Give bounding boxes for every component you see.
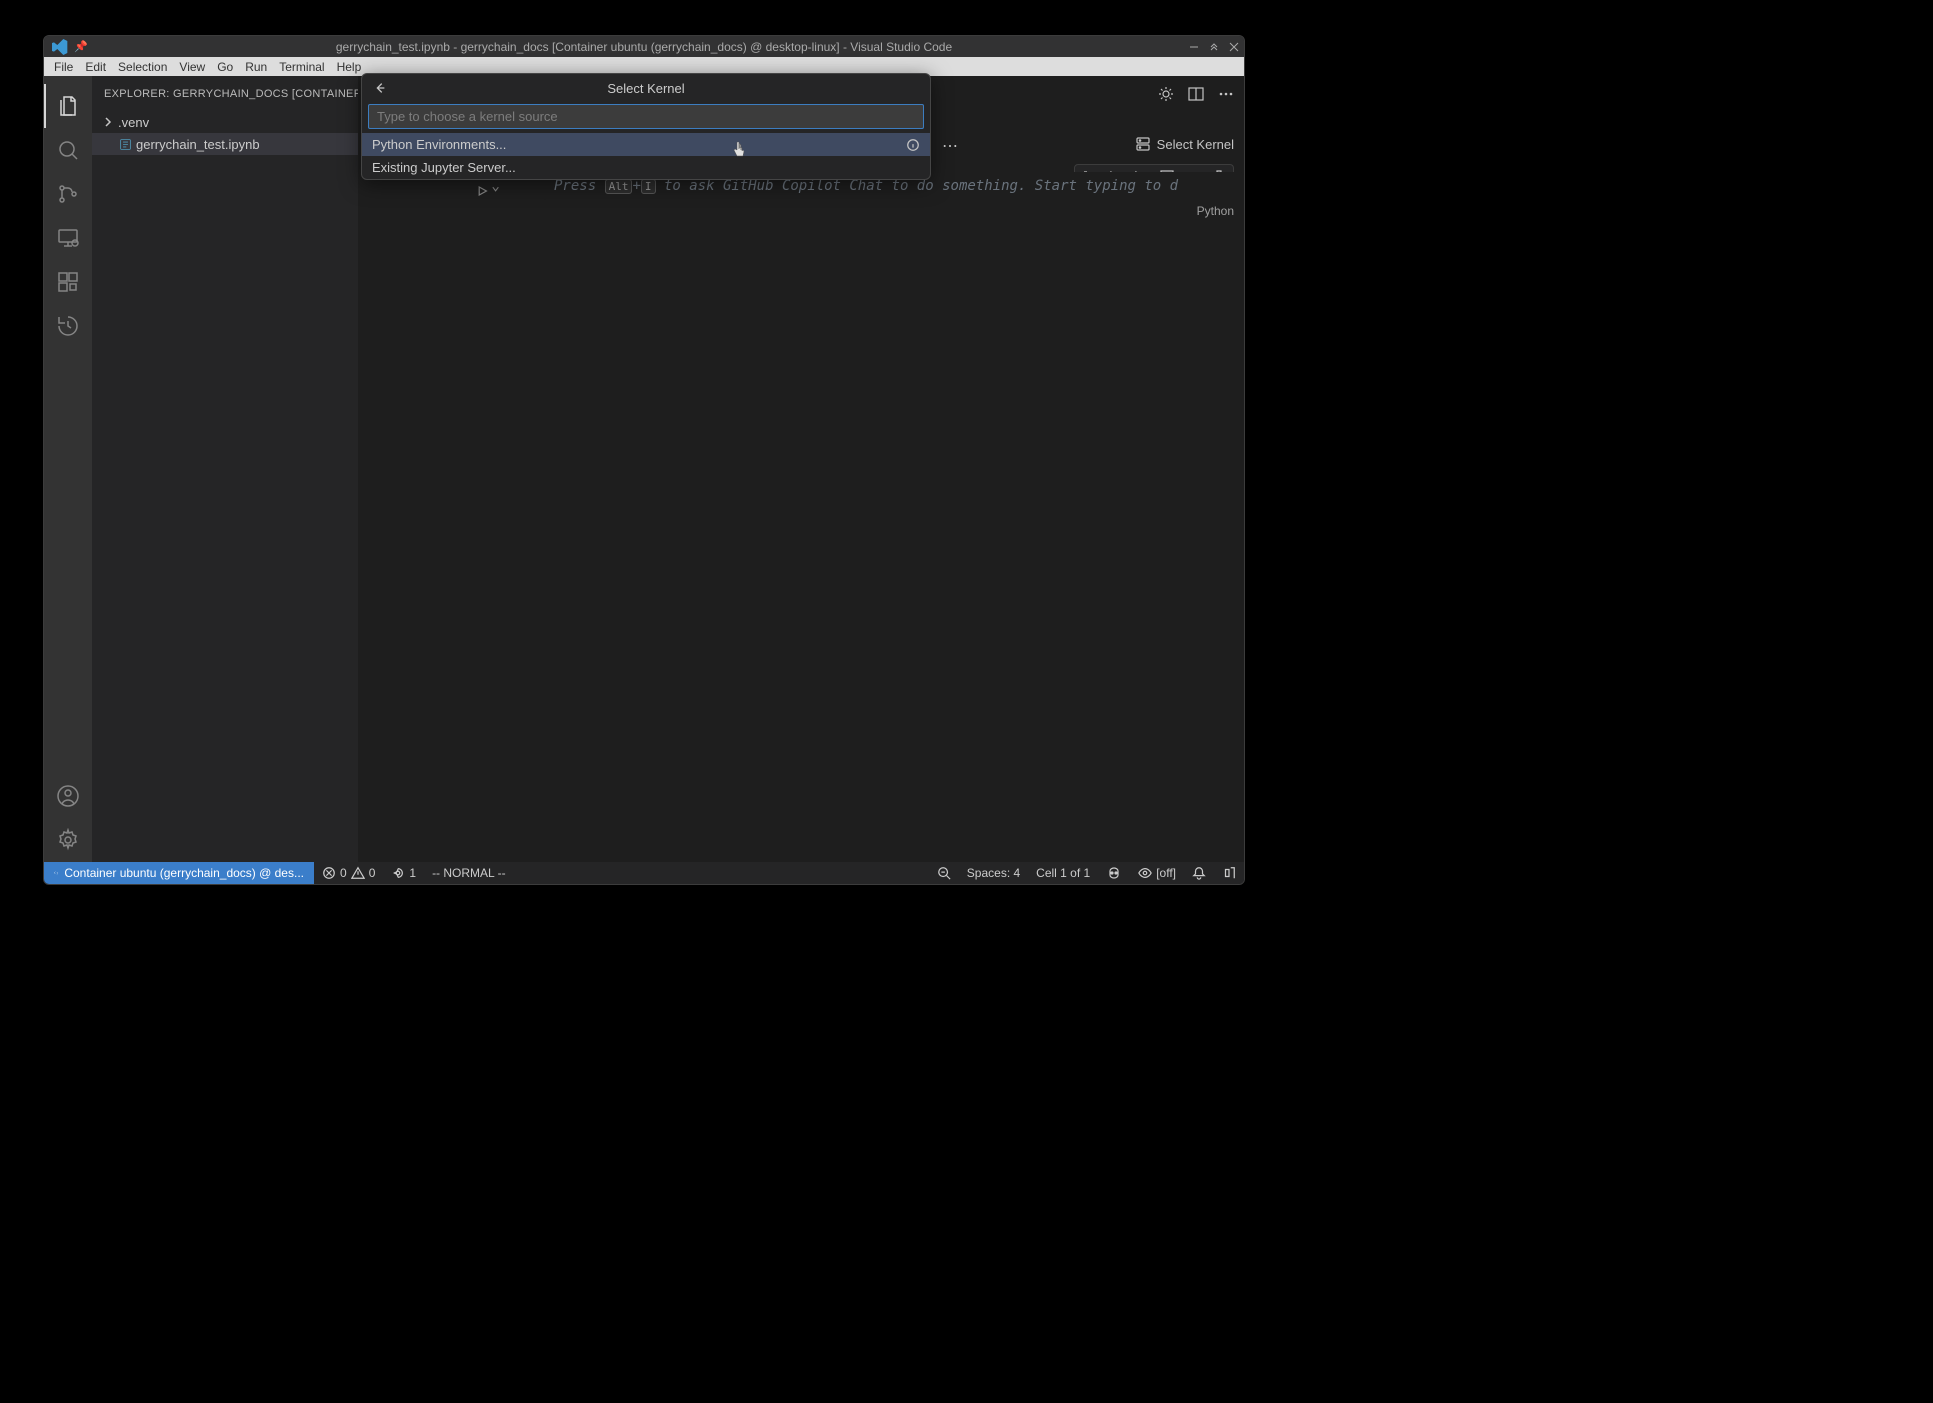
quickinput-list: Python Environments... Existing Jupyter …	[362, 133, 930, 179]
server-icon	[1135, 136, 1151, 152]
spaces-status[interactable]: Spaces: 4	[959, 866, 1028, 880]
maximize-button[interactable]	[1204, 36, 1224, 57]
quickinput-item-jupyter-server[interactable]: Existing Jupyter Server...	[362, 156, 930, 179]
vscode-logo-icon	[52, 39, 68, 55]
kernel-label: Select Kernel	[1157, 137, 1234, 152]
sidebar-file-notebook[interactable]: gerrychain_test.ipynb	[92, 133, 358, 155]
info-icon[interactable]	[906, 138, 920, 152]
split-editor-icon[interactable]	[1184, 82, 1208, 106]
menu-edit[interactable]: Edit	[79, 60, 112, 74]
zoom-icon	[937, 866, 951, 880]
activity-bar	[44, 76, 92, 862]
customize-notebook-icon[interactable]	[1154, 82, 1178, 106]
more-actions-icon[interactable]	[1214, 82, 1238, 106]
notebook-file-icon	[118, 137, 132, 151]
editor-area: ⋯ Select Kernel Pre	[358, 76, 1244, 862]
kernel-picker-button[interactable]: Select Kernel	[1135, 136, 1234, 152]
menu-run[interactable]: Run	[239, 60, 273, 74]
folder-label: .venv	[118, 115, 149, 130]
editor-title-actions	[1154, 82, 1238, 106]
window-title: gerrychain_test.ipynb - gerrychain_docs …	[336, 40, 952, 54]
menu-view[interactable]: View	[173, 60, 211, 74]
problems-status[interactable]: 0 0	[314, 866, 383, 880]
copilot-icon	[1106, 865, 1122, 881]
menu-terminal[interactable]: Terminal	[273, 60, 330, 74]
ports-status[interactable]: 1	[383, 866, 424, 880]
titlebar: 📌 gerrychain_test.ipynb - gerrychain_doc…	[44, 36, 1244, 57]
quickinput-title: Select Kernel	[607, 81, 684, 96]
search-icon[interactable]	[44, 128, 92, 172]
notifications-status[interactable]	[1184, 866, 1214, 880]
sidebar-header: EXPLORER: GERRYCHAIN_DOCS [CONTAINER U..…	[92, 76, 358, 111]
sidebar: EXPLORER: GERRYCHAIN_DOCS [CONTAINER U..…	[92, 76, 358, 862]
window-controls	[1184, 36, 1244, 57]
explorer-icon[interactable]	[44, 84, 92, 128]
kernel-source-input[interactable]	[368, 104, 924, 129]
timeline-icon[interactable]	[44, 304, 92, 348]
account-icon[interactable]	[44, 774, 92, 818]
bell-icon	[1192, 866, 1206, 880]
menu-file[interactable]: File	[48, 60, 79, 74]
chevron-down-icon	[491, 184, 500, 194]
feedback-icon	[1222, 866, 1236, 880]
statusbar: Container ubuntu (gerrychain_docs) @ des…	[44, 862, 1244, 884]
chevron-right-icon	[102, 116, 114, 128]
quickinput-header: Select Kernel	[362, 74, 930, 102]
kbd-alt: Alt	[605, 179, 633, 194]
error-icon	[322, 866, 336, 880]
screencast-status[interactable]: [off]	[1130, 866, 1184, 880]
broadcast-icon	[391, 866, 405, 880]
kbd-i: I	[641, 179, 656, 194]
source-control-icon[interactable]	[44, 172, 92, 216]
pin-icon: 📌	[74, 40, 88, 53]
close-button[interactable]	[1224, 36, 1244, 57]
kernel-quickinput: Select Kernel Python Environments... Exi…	[361, 73, 931, 180]
body: EXPLORER: GERRYCHAIN_DOCS [CONTAINER U..…	[44, 76, 1244, 862]
play-icon	[476, 184, 489, 198]
notebook-toolbar-overflow-icon[interactable]: ⋯	[942, 136, 958, 156]
cell-status[interactable]: Cell 1 of 1	[1028, 866, 1098, 880]
vim-mode-status: -- NORMAL --	[424, 866, 514, 880]
quickinput-item-python-env[interactable]: Python Environments...	[362, 133, 930, 156]
menu-selection[interactable]: Selection	[112, 60, 173, 74]
settings-gear-icon[interactable]	[44, 818, 92, 862]
warning-icon	[351, 866, 365, 880]
eye-icon	[1138, 866, 1152, 880]
zoom-status[interactable]	[929, 866, 959, 880]
minimize-button[interactable]	[1184, 36, 1204, 57]
copilot-status-icon[interactable]	[1098, 865, 1130, 881]
remote-explorer-icon[interactable]	[44, 216, 92, 260]
file-label: gerrychain_test.ipynb	[136, 137, 260, 152]
cell-language-label[interactable]: Python	[502, 200, 1244, 218]
remote-status[interactable]: Container ubuntu (gerrychain_docs) @ des…	[44, 862, 314, 884]
extensions-icon[interactable]	[44, 260, 92, 304]
menu-help[interactable]: Help	[331, 60, 368, 74]
back-button[interactable]	[370, 78, 390, 98]
remote-icon	[54, 866, 58, 880]
sidebar-folder-venv[interactable]: .venv	[92, 111, 358, 133]
menu-go[interactable]: Go	[211, 60, 239, 74]
feedback-status[interactable]	[1214, 866, 1244, 880]
